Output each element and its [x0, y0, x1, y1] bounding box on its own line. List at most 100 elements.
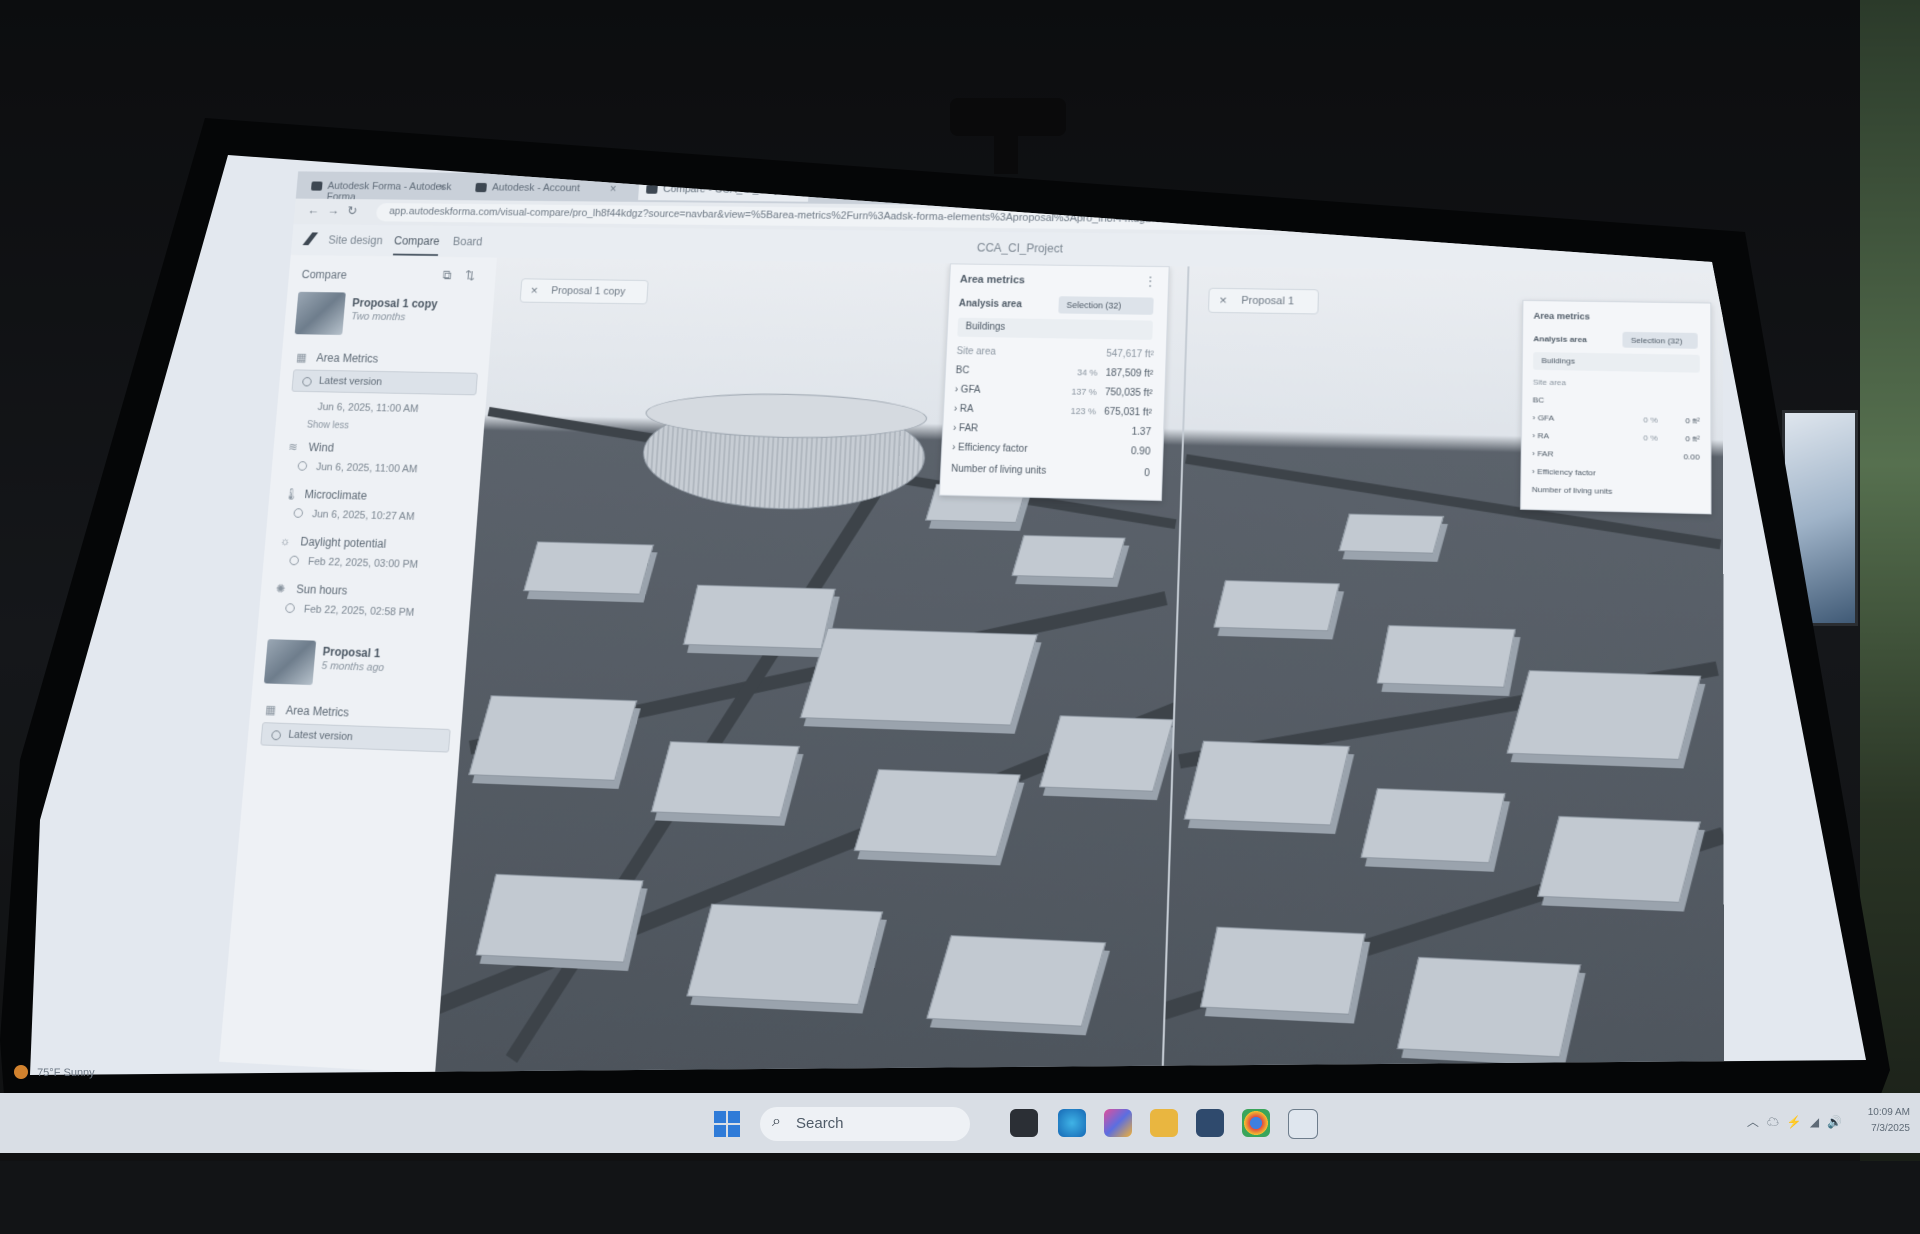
viewport-right-3d[interactable]: × Proposal 1 Area metrics Analysis area … [1162, 266, 1725, 1075]
area-metrics-icon: ▦ [264, 702, 277, 717]
metric-percent: 0 % [1643, 415, 1658, 425]
reload-icon[interactable]: ↻ [347, 204, 358, 219]
section-area-metrics[interactable]: ▦ Area Metrics [265, 703, 350, 720]
copilot-icon[interactable] [1104, 1109, 1132, 1137]
taskbar-search-box[interactable]: ⌕ Search [760, 1107, 970, 1141]
back-icon[interactable]: ← [307, 203, 320, 217]
viewport-left-3d[interactable]: × Proposal 1 copy Area metrics ⋮ Analysi… [435, 257, 1188, 1075]
building-block [1338, 513, 1444, 554]
close-icon[interactable]: × [609, 182, 616, 195]
system-tray[interactable]: ︿☁⚡◢🔊 [1747, 1113, 1850, 1130]
buildings-dropdown[interactable]: Buildings [1533, 352, 1700, 373]
metric-value: 1.37 [1131, 426, 1152, 438]
radio-icon [271, 730, 282, 741]
building-block [650, 741, 800, 818]
forward-icon[interactable]: → [327, 203, 340, 217]
metric-value: 0.00 [1683, 452, 1700, 462]
version-date: Feb 22, 2025, 03:00 PM [307, 556, 419, 571]
building-block [800, 627, 1038, 726]
metric-label: BC [1532, 395, 1545, 405]
task-view-icon[interactable] [1010, 1109, 1038, 1137]
proposal-thumbnail [294, 291, 346, 335]
metric-label-expandable[interactable]: › FAR [953, 423, 979, 434]
metric-label-expandable[interactable]: › FAR [1532, 449, 1553, 458]
metric-label: Number of living units [950, 463, 1047, 477]
version-item[interactable]: Jun 6, 2025, 10:27 AM [293, 508, 415, 523]
version-item[interactable]: Jun 6, 2025, 11:00 AM [297, 461, 418, 475]
clock-date: 7/3/2025 [1871, 1123, 1910, 1134]
close-icon[interactable]: × [530, 283, 538, 297]
metric-label: GFA [960, 384, 981, 396]
show-less-link[interactable]: Show less [306, 420, 349, 431]
section-label: Sun hours [295, 582, 348, 598]
forma-logo-icon [303, 232, 319, 245]
sort-icon[interactable]: ⇅ [464, 268, 475, 283]
nav-site-design[interactable]: Site design [328, 234, 383, 247]
thermometer-icon: 🌡 [283, 487, 299, 501]
taskbar-clock[interactable]: 10:09 AM 7/3/2025 [1868, 1105, 1910, 1137]
version-item[interactable]: Jun 6, 2025, 11:00 AM [317, 402, 419, 415]
radio-icon [297, 461, 308, 471]
metric-label-expandable[interactable]: › GFA [955, 385, 981, 396]
radio-icon [284, 603, 296, 614]
section-sun-hours[interactable]: ✺ Sun hours [275, 582, 347, 598]
metric-label-expandable[interactable]: › Efficiency factor [1532, 467, 1596, 477]
version-selector[interactable]: Latest version [260, 722, 451, 753]
webcam [950, 98, 1066, 136]
file-explorer-icon[interactable] [1150, 1109, 1178, 1137]
store-icon[interactable] [1196, 1109, 1224, 1137]
nav-compare[interactable]: Compare [392, 234, 440, 256]
version-selector[interactable]: Latest version [291, 369, 478, 396]
building-block [523, 541, 654, 595]
panel-title: Area metrics [1533, 310, 1590, 322]
version-label: Latest version [318, 375, 383, 388]
chip-label: Proposal 1 copy [550, 285, 626, 298]
close-icon[interactable]: × [1219, 293, 1227, 308]
area-metrics-panel: Area metrics ⋮ Analysis area Selection (… [939, 263, 1170, 502]
section-daylight[interactable]: ☼ Daylight potential [280, 534, 387, 550]
section-microclimate[interactable]: 🌡 Microclimate [284, 487, 368, 502]
version-date: Feb 22, 2025, 02:58 PM [303, 603, 415, 619]
building-block [475, 873, 644, 963]
buildings-dropdown[interactable]: Buildings [957, 317, 1153, 340]
more-options-icon[interactable]: ⋮ [1144, 274, 1156, 288]
metric-label-expandable[interactable]: › Efficiency factor [952, 442, 1028, 454]
section-label: Area Metrics [315, 351, 379, 366]
weather-temp: 75°F [37, 1067, 61, 1079]
area-metrics-panel: Area metrics Analysis area Selection (32… [1520, 299, 1712, 515]
metric-label: BC [955, 365, 970, 377]
selection-label: Selection (32) [1630, 335, 1683, 346]
version-item[interactable]: Feb 22, 2025, 03:00 PM [289, 555, 419, 571]
panel-title: Area metrics [959, 273, 1026, 287]
close-icon[interactable]: × [438, 181, 445, 194]
section-wind[interactable]: ≋ Wind [288, 440, 335, 454]
browser-tab[interactable]: Autodesk Forma - Autodesk Forma × [303, 175, 455, 203]
metric-label-expandable[interactable]: › RA [1532, 431, 1549, 440]
section-area-metrics[interactable]: ▦ Area Metrics [296, 351, 379, 365]
selection-button[interactable]: Selection (32) [1622, 331, 1698, 349]
nav-board[interactable]: Board [452, 235, 483, 248]
building-block [1183, 740, 1350, 826]
version-item[interactable]: Feb 22, 2025, 02:58 PM [284, 603, 415, 619]
selection-label: Selection (32) [1066, 300, 1122, 311]
proposal-thumbnail [263, 639, 317, 686]
selection-button[interactable]: Selection (32) [1058, 296, 1154, 315]
metric-label-expandable[interactable]: › RA [954, 404, 974, 415]
dropdown-value: Buildings [1541, 356, 1576, 366]
forma-app-icon[interactable] [1288, 1109, 1318, 1139]
metric-value: 187,509 ft² [1105, 368, 1154, 380]
building-block [1537, 815, 1701, 903]
windows-start-icon[interactable] [714, 1111, 740, 1137]
chrome-browser-icon[interactable] [1242, 1109, 1270, 1137]
building-block [1360, 788, 1506, 864]
weather-widget[interactable]: 75°F Sunny [14, 1065, 95, 1079]
layout-icon[interactable]: ⧉ [442, 268, 452, 283]
metric-label: Number of living units [1531, 484, 1613, 496]
metric-value: 0 ft² [1685, 416, 1700, 426]
edge-browser-icon[interactable] [1058, 1109, 1086, 1137]
proposal-chip[interactable]: × Proposal 1 copy [519, 278, 649, 305]
building-block [1213, 580, 1340, 632]
metric-label-expandable[interactable]: › GFA [1532, 413, 1554, 422]
proposal-chip[interactable]: × Proposal 1 [1207, 287, 1319, 315]
proposal-name: Proposal 1 copy [351, 296, 439, 311]
